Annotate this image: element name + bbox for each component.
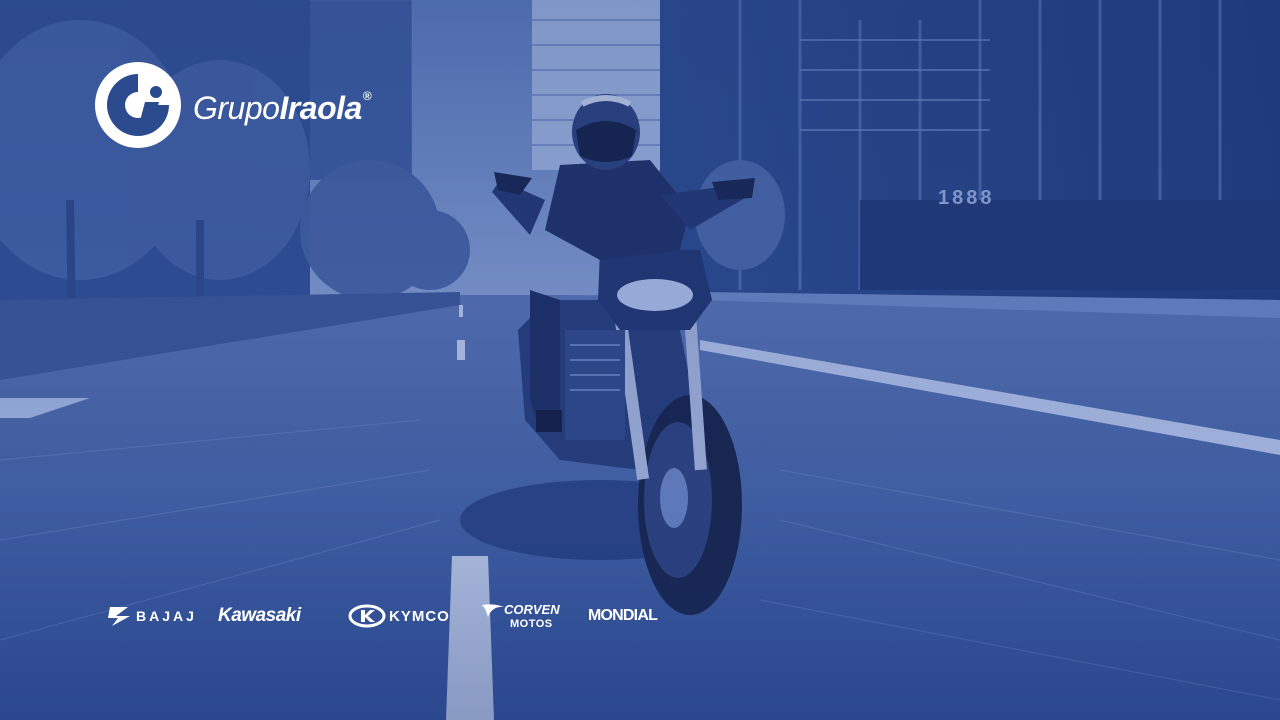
brand-bajaj-label: BAJAJ xyxy=(136,608,197,624)
grupo-iraola-logo-icon xyxy=(95,62,181,148)
brand-corven-sublabel: MOTOS xyxy=(510,617,553,630)
registered-mark: ® xyxy=(362,89,372,103)
logo-word-grupo: Grupo xyxy=(193,90,280,126)
brand-kawasaki-logo[interactable]: Kawasaki xyxy=(218,605,348,627)
brand-logos-strip: BAJAJ Kawasaki KYMCO CORVEN MOTOS MONDIA… xyxy=(108,598,658,634)
brand-corven-logo[interactable]: CORVEN MOTOS xyxy=(482,603,588,630)
grupo-iraola-logo[interactable]: GrupoIraola® xyxy=(95,62,372,148)
brand-mondial-label: MONDIAL xyxy=(588,607,658,624)
grupo-iraola-wordmark: GrupoIraola® xyxy=(193,89,372,126)
hero-slide: 1888 xyxy=(0,0,1280,720)
brand-kawasaki-label: Kawasaki xyxy=(218,605,301,626)
brand-mondial-logo[interactable]: MONDIAL xyxy=(588,607,658,625)
brand-kymco-label: KYMCO xyxy=(389,607,450,625)
brand-corven-label: CORVEN xyxy=(504,602,560,617)
bajaj-emblem-icon xyxy=(108,607,130,626)
brand-kymco-logo[interactable]: KYMCO xyxy=(348,604,482,628)
brand-bajaj-logo[interactable]: BAJAJ xyxy=(108,605,218,627)
corven-swoosh-icon xyxy=(482,603,504,617)
logo-word-iraola: Iraola xyxy=(279,90,362,126)
kymco-emblem-icon xyxy=(348,604,386,628)
